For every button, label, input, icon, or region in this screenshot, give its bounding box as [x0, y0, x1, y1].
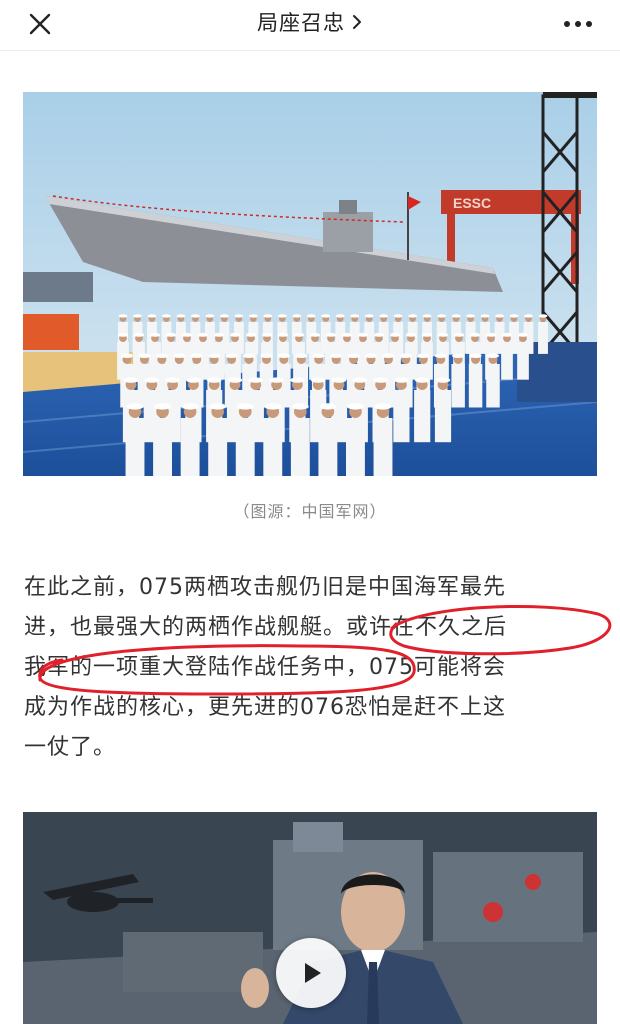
top-nav-bar: 局座召忠 [0, 0, 620, 51]
highlighted-phrase-1: 或许在不久之后 [346, 615, 508, 640]
article-line-1: 在此之前，075两栖攻击舰仍旧是中国海军最先 [24, 575, 506, 600]
gantry-sign: ESSC [453, 195, 491, 211]
article-paragraph: 在此之前，075两栖攻击舰仍旧是中国海军最先 进，也最强大的两栖作战舰艇。或许在… [24, 568, 596, 768]
play-icon [305, 963, 321, 983]
highlighted-phrase-2: 我军的一项重大登陆作战任务中 [24, 655, 347, 680]
article-body: 在此之前，075两栖攻击舰仍旧是中国海军最先 进，也最强大的两栖作战舰艇。或许在… [24, 568, 596, 768]
image-caption: （图源：中国军网） [233, 502, 387, 521]
page-title: 局座召忠 [257, 11, 345, 35]
article-line-3: 我军的一项重大登陆作战任务中，075可能将会 [24, 648, 596, 688]
play-button[interactable] [276, 938, 346, 1008]
more-icon [564, 21, 592, 27]
ship-ceremony-photo: ESSC [23, 92, 597, 476]
more-button[interactable] [558, 6, 598, 42]
article-line-5: 一仗了。 [24, 735, 117, 760]
article-line-4: 成为作战的核心，更先进的076恐怕是赶不上这 [24, 695, 506, 720]
account-title-link[interactable]: 局座召忠 [0, 0, 620, 44]
article-line-2: 进，也最强大的两栖作战舰艇。或许在不久之后 [24, 608, 596, 648]
article-text-segment: ，075可能将会 [346, 655, 507, 680]
chevron-right-icon [351, 13, 363, 31]
article-text-segment: 进，也最强大的两栖作战舰艇。 [24, 615, 347, 640]
